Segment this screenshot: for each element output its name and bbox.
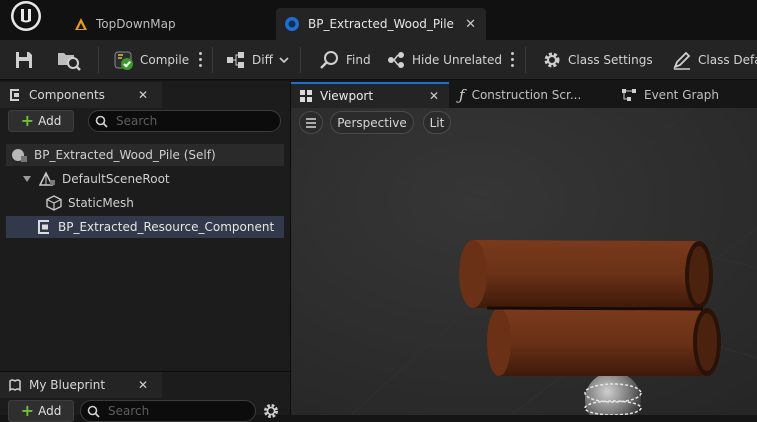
add-blueprint-item-button[interactable]: + Add [8,400,74,422]
toolbar-separator [300,47,301,73]
search-icon [95,115,108,128]
components-tab[interactable]: Components ✕ [0,82,162,108]
tree-item-label: BP_Extracted_Wood_Pile (Self) [34,148,216,162]
my-blueprint-tab[interactable]: My Blueprint ✕ [0,372,162,398]
tab-label: TopDownMap [96,17,176,31]
viewport-scene [291,108,757,415]
compile-button[interactable]: Compile [112,40,189,79]
editor-tabs: Viewport ✕ ƒ Construction Scr... Event G… [291,81,757,108]
toolbar-separator [525,47,526,73]
find-label: Find [346,52,371,67]
find-button[interactable]: Find [318,40,371,79]
tree-item-staticmesh[interactable]: StaticMesh [46,192,284,214]
browse-button[interactable] [56,40,82,79]
class-settings-label: Class Settings [568,52,653,67]
tree-item-label: BP_Extracted_Resource_Component [58,220,275,234]
close-icon[interactable]: ✕ [138,88,148,102]
unreal-logo-icon[interactable] [6,0,46,38]
hide-unrelated-icon [386,51,406,69]
class-settings-button[interactable]: Class Settings [542,40,653,79]
tab-label: Viewport [320,89,374,103]
tab-construction-script[interactable]: ƒ Construction Scr... [459,82,609,108]
class-defaults-button[interactable]: Class Defa [672,40,757,79]
tab-topdownmap[interactable]: TopDownMap [66,8,272,40]
hide-unrelated-options-icon[interactable] [511,52,514,67]
hide-unrelated-label: Hide Unrelated [412,52,503,67]
panel-divider[interactable] [290,81,291,415]
tab-label: BP_Extracted_Wood_Pile [308,17,454,31]
components-title: Components [29,88,105,102]
tree-item-label: DefaultSceneRoot [62,172,170,186]
toolbar-separator [98,47,99,73]
tab-bp-extracted-wood-pile[interactable]: BP_Extracted_Wood_Pile ✕ [276,8,486,40]
viewport[interactable]: Perspective Lit [291,108,757,415]
my-blueprint-panel: My Blueprint ✕ + Add [0,371,290,422]
chevron-down-icon [279,56,289,64]
search-input[interactable] [106,403,240,419]
gear-icon [542,50,562,70]
plus-icon: + [20,401,35,420]
compile-check-icon [112,49,134,71]
lit-dropdown[interactable]: Lit [423,111,451,134]
level-icon [74,17,88,31]
viewport-menu-button[interactable] [299,111,323,134]
diff-button[interactable]: Diff [226,40,289,79]
settings-gear-icon[interactable] [262,402,280,420]
log-mesh-top [459,240,713,309]
event-graph-icon [621,88,637,102]
blueprint-book-icon [8,378,22,392]
title-bar: TopDownMap BP_Extracted_Wood_Pile ✕ [0,0,757,40]
close-icon[interactable]: ✕ [429,89,439,103]
toolbar: Compile Diff Find Hide Unrelated Class S… [0,40,757,80]
tab-label: Event Graph [644,88,719,102]
cube-icon [46,195,62,211]
log-mesh-bottom [487,308,721,376]
compile-label: Compile [140,52,190,67]
save-icon [14,50,34,70]
expand-arrow-icon[interactable] [22,175,32,183]
add-component-button[interactable]: + Add [8,110,74,132]
diff-label: Diff [252,52,273,67]
tree-item-extracted-resource-component[interactable]: BP_Extracted_Resource_Component [6,216,284,238]
function-icon: ƒ [459,86,465,104]
tree-item-label: StaticMesh [68,196,134,210]
components-search[interactable] [88,110,281,132]
components-panel: Components ✕ + Add BP_Extracted_Wood_Pil… [0,81,290,371]
lit-label: Lit [429,115,445,130]
perspective-dropdown[interactable]: Perspective [330,111,414,134]
find-icon [318,50,340,70]
tab-label: Construction Scr... [471,88,582,102]
search-input[interactable] [114,113,268,129]
actor-component-icon [36,219,52,235]
search-icon [87,405,100,418]
edit-defaults-icon [672,50,692,70]
tab-event-graph[interactable]: Event Graph [621,82,751,108]
tree-item-self[interactable]: BP_Extracted_Wood_Pile (Self) [6,144,284,166]
hamburger-icon [305,117,317,128]
class-defaults-label: Class Defa [698,52,757,67]
blueprint-icon [284,16,300,32]
close-icon[interactable]: ✕ [465,17,476,32]
tab-viewport[interactable]: Viewport ✕ [291,82,449,108]
folder-search-icon [56,49,82,71]
plus-icon: + [20,111,35,130]
close-icon[interactable]: ✕ [138,378,148,392]
viewport-icon [299,89,313,103]
components-icon [8,88,22,102]
perspective-label: Perspective [337,115,407,130]
tree-item-defaultsceneroot[interactable]: DefaultSceneRoot [22,168,284,190]
add-label: Add [38,114,62,128]
compile-options-icon[interactable] [199,52,202,67]
my-blueprint-search[interactable] [80,400,256,422]
actor-icon [10,147,28,163]
add-label: Add [38,404,62,418]
toolbar-separator [212,47,213,73]
save-button[interactable] [14,40,34,79]
hide-unrelated-button[interactable]: Hide Unrelated [386,40,502,79]
my-blueprint-title: My Blueprint [29,378,106,392]
diff-icon [226,51,246,69]
scene-root-icon [38,171,56,187]
